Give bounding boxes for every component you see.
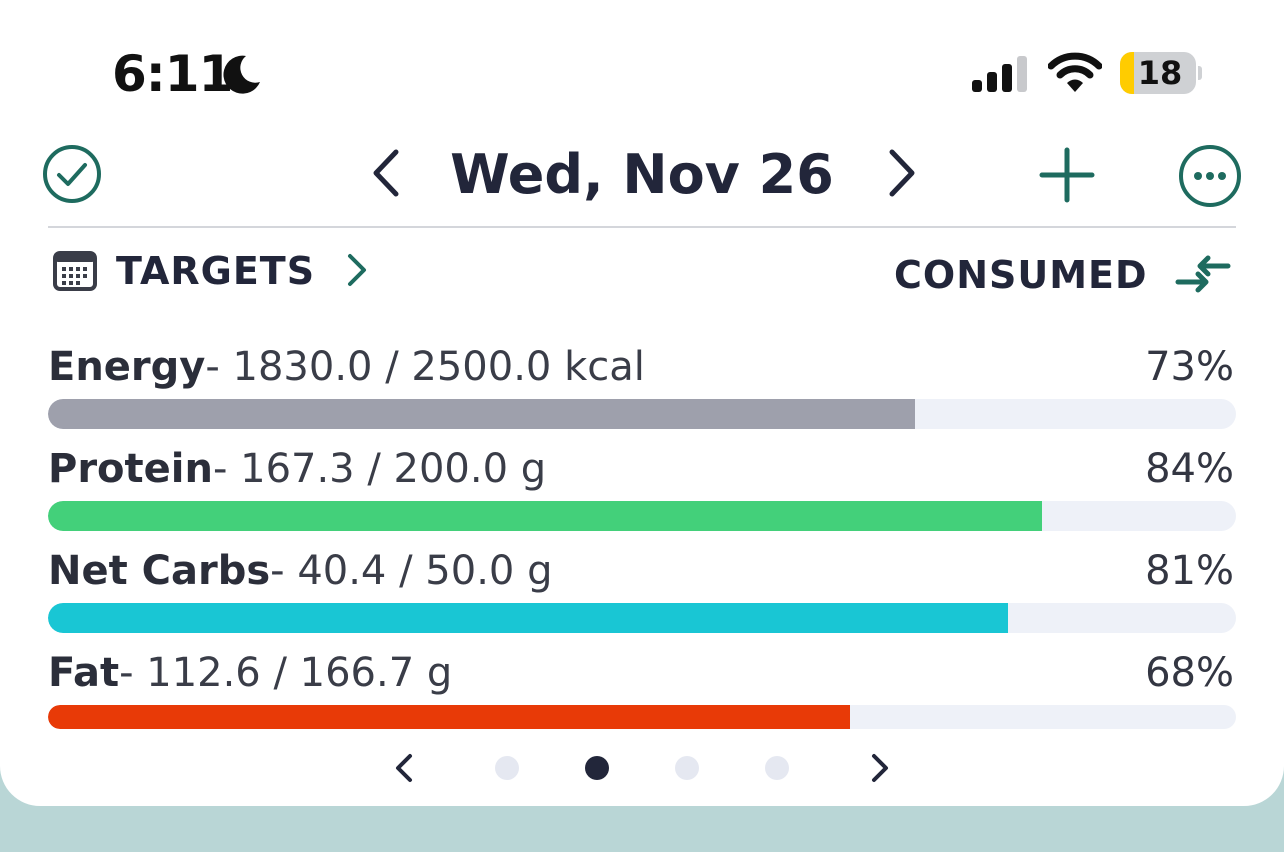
battery-tip <box>1198 66 1202 80</box>
protein-progress-bar <box>48 501 1236 531</box>
fat-progress-fill <box>48 705 850 729</box>
energy-percent: 73% <box>1145 344 1234 390</box>
pager-dot[interactable] <box>675 756 699 780</box>
fat-percent: 68% <box>1145 650 1234 696</box>
nutrient-amounts: - 167.3 / 200.0 g <box>212 446 547 492</box>
protein-progress-fill <box>48 501 1043 531</box>
net-carbs-percent: 81% <box>1145 548 1234 594</box>
moon-icon <box>223 55 260 94</box>
next-day-button[interactable] <box>884 148 920 198</box>
fat-progress-bar <box>48 705 1236 729</box>
date-title[interactable]: Wed, Nov 26 <box>400 140 884 210</box>
macro-card: 6:11 18 Wed, Nov 26 TARGETS CONSUMED Ene… <box>0 0 1284 806</box>
battery-level: 18 <box>1137 54 1183 92</box>
protein-percent: 84% <box>1145 446 1234 492</box>
net-carbs-label: Net Carbs- 40.4 / 50.0 g <box>48 546 552 596</box>
nutrient-name: Fat <box>48 650 120 696</box>
nutrient-amounts: - 1830.0 / 2500.0 kcal <box>205 344 645 390</box>
signal-icon <box>972 56 1027 92</box>
header-divider <box>48 226 1236 228</box>
pager-dot[interactable] <box>765 756 789 780</box>
previous-day-button[interactable] <box>368 148 404 198</box>
nutrient-name: Energy <box>48 344 206 390</box>
energy-progress-fill <box>48 399 916 429</box>
add-button[interactable] <box>1038 146 1096 204</box>
net-carbs-progress-bar <box>48 603 1236 633</box>
nutrient-name: Net Carbs <box>48 548 271 594</box>
pager-next-button[interactable] <box>866 752 892 784</box>
wifi-icon <box>1048 52 1102 92</box>
nutrient-amounts: - 40.4 / 50.0 g <box>270 548 553 594</box>
nutrient-amounts: - 112.6 / 166.7 g <box>119 650 453 696</box>
more-options-button[interactable] <box>1178 144 1242 208</box>
energy-progress-bar <box>48 399 1236 429</box>
protein-label: Protein- 167.3 / 200.0 g <box>48 444 546 494</box>
battery-icon: 18 <box>1120 52 1196 94</box>
consumed-mode-label[interactable]: CONSUMED <box>894 250 1148 300</box>
net-carbs-progress-fill <box>48 603 1008 633</box>
pager-previous-button[interactable] <box>392 752 418 784</box>
swap-icon[interactable] <box>1174 254 1232 294</box>
pager-dot[interactable] <box>495 756 519 780</box>
pager-dot[interactable] <box>585 756 609 780</box>
status-time: 6:11 <box>112 45 233 103</box>
fat-label: Fat- 112.6 / 166.7 g <box>48 648 452 698</box>
chevron-right-icon[interactable] <box>344 252 370 288</box>
calendar-icon[interactable] <box>52 248 98 292</box>
nutrient-name: Protein <box>48 446 213 492</box>
check-circle-icon[interactable] <box>42 144 102 204</box>
targets-link[interactable]: TARGETS <box>116 246 315 296</box>
energy-label: Energy- 1830.0 / 2500.0 kcal <box>48 342 645 392</box>
